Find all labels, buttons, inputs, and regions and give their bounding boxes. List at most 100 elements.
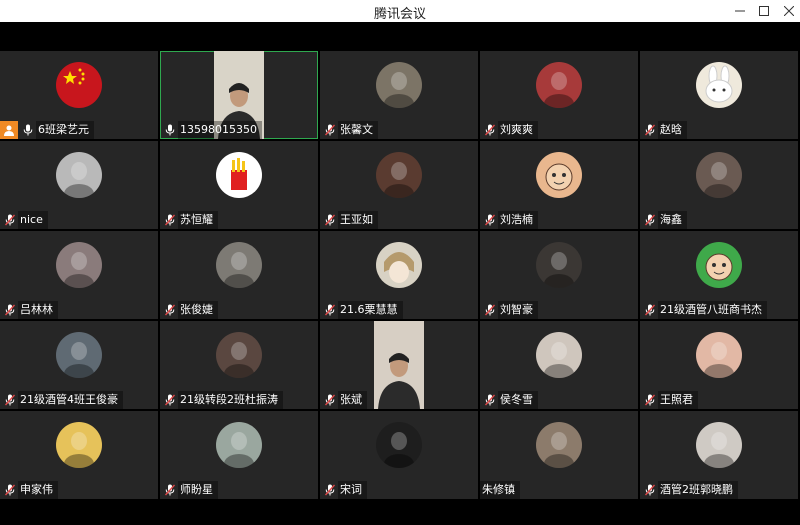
participant-grid: 6班梁艺元 13598015350 张馨文 刘爽爽 赵晗 nice 苏恒耀 王亚如 刘浩楠 海鑫吕… xyxy=(0,51,800,499)
mic-muted-indicator xyxy=(2,391,18,409)
participant-tile[interactable]: 王照君 xyxy=(640,321,798,409)
participant-tile[interactable]: 刘浩楠 xyxy=(480,141,638,229)
mic-muted-indicator xyxy=(482,391,498,409)
participant-name: 师盼星 xyxy=(178,481,218,499)
participant-avatar xyxy=(216,152,262,198)
mic-muted-icon xyxy=(485,394,495,406)
mic-muted-icon xyxy=(325,484,335,496)
photo-avatar-icon xyxy=(56,332,102,378)
close-button[interactable] xyxy=(775,0,800,22)
participant-namebar: 海鑫 xyxy=(640,211,687,229)
cartoon-avatar-icon xyxy=(696,242,742,288)
mic-muted-indicator xyxy=(642,121,658,139)
participant-name: 申家伟 xyxy=(18,481,58,499)
photo-avatar-icon xyxy=(376,62,422,108)
participant-namebar: 张俊婕 xyxy=(160,301,218,319)
participant-tile[interactable]: 朱修镇 xyxy=(480,411,638,499)
participant-avatar xyxy=(216,422,262,468)
mic-muted-icon xyxy=(645,484,655,496)
participant-tile[interactable]: 张馨文 xyxy=(320,51,478,139)
participant-name: 吕林林 xyxy=(18,301,58,319)
participant-avatar xyxy=(376,152,422,198)
mic-muted-indicator xyxy=(2,211,18,229)
photo-avatar-icon xyxy=(536,422,582,468)
participant-name: 刘智豪 xyxy=(498,301,538,319)
photo-avatar-icon xyxy=(56,242,102,288)
mic-muted-icon xyxy=(645,214,655,226)
participant-tile[interactable]: 吕林林 xyxy=(0,231,158,319)
participant-tile[interactable]: 21级转段2班杜振涛 xyxy=(160,321,318,409)
bunny-avatar-icon xyxy=(696,62,742,108)
mic-muted-indicator xyxy=(2,301,18,319)
participant-tile[interactable]: 21.6栗慧慧 xyxy=(320,231,478,319)
participant-namebar: 21级转段2班杜振涛 xyxy=(160,391,283,409)
participant-tile[interactable]: 侯冬雪 xyxy=(480,321,638,409)
participant-avatar xyxy=(376,62,422,108)
maximize-button[interactable] xyxy=(750,0,778,22)
participant-tile[interactable]: 王亚如 xyxy=(320,141,478,229)
participant-tile[interactable]: 6班梁艺元 xyxy=(0,51,158,139)
mic-muted-icon xyxy=(165,484,175,496)
participant-avatar xyxy=(536,62,582,108)
participant-tile[interactable]: 宋词 xyxy=(320,411,478,499)
host-person-icon xyxy=(4,125,14,136)
participant-avatar xyxy=(56,152,102,198)
participant-name: 13598015350 xyxy=(178,121,262,139)
close-icon xyxy=(784,6,794,16)
participant-tile[interactable]: 刘智豪 xyxy=(480,231,638,319)
mic-muted-icon xyxy=(5,304,15,316)
participant-tile[interactable]: 21级酒管八班商书杰 xyxy=(640,231,798,319)
participant-tile[interactable]: 赵晗 xyxy=(640,51,798,139)
photo-avatar-icon xyxy=(56,422,102,468)
participant-tile[interactable]: 张斌 xyxy=(320,321,478,409)
mic-muted-indicator xyxy=(162,481,178,499)
mic-muted-indicator xyxy=(642,301,658,319)
photo-avatar-icon xyxy=(696,152,742,198)
participant-namebar: 侯冬雪 xyxy=(480,391,538,409)
participant-tile[interactable]: 师盼星 xyxy=(160,411,318,499)
participant-namebar: 21级酒管4班王俊豪 xyxy=(0,391,123,409)
participant-avatar xyxy=(56,422,102,468)
mic-muted-indicator xyxy=(642,481,658,499)
participant-avatar xyxy=(696,152,742,198)
top-spacer xyxy=(0,22,800,51)
participant-name: 6班梁艺元 xyxy=(36,121,94,139)
participant-name: 海鑫 xyxy=(658,211,687,229)
photo-avatar-icon xyxy=(536,62,582,108)
fries-avatar-icon xyxy=(216,152,262,198)
participant-tile[interactable]: 海鑫 xyxy=(640,141,798,229)
participant-avatar xyxy=(536,152,582,198)
participant-name: 刘爽爽 xyxy=(498,121,538,139)
mic-muted-icon xyxy=(165,214,175,226)
participant-avatar xyxy=(536,332,582,378)
participant-tile[interactable]: 13598015350 xyxy=(160,51,318,139)
participant-avatar xyxy=(216,332,262,378)
participant-namebar: 张馨文 xyxy=(320,121,378,139)
participant-tile[interactable]: 酒管2班郭晓鹏 xyxy=(640,411,798,499)
window-title: 腾讯会议 xyxy=(373,7,426,22)
host-badge xyxy=(0,121,18,139)
mic-muted-indicator xyxy=(642,211,658,229)
participant-namebar: 苏恒耀 xyxy=(160,211,218,229)
participant-tile[interactable]: 申家伟 xyxy=(0,411,158,499)
participant-avatar xyxy=(696,422,742,468)
mic-muted-icon xyxy=(645,304,655,316)
participant-tile[interactable]: 21级酒管4班王俊豪 xyxy=(0,321,158,409)
mic-muted-icon xyxy=(5,214,15,226)
participant-namebar: 朱修镇 xyxy=(480,481,520,499)
participant-tile[interactable]: 苏恒耀 xyxy=(160,141,318,229)
photo-avatar-icon xyxy=(376,422,422,468)
mic-muted-icon xyxy=(485,124,495,136)
participant-avatar xyxy=(696,242,742,288)
mic-muted-icon xyxy=(5,394,15,406)
mic-indicator xyxy=(162,121,178,139)
participant-name: 21.6栗慧慧 xyxy=(338,301,403,319)
participant-tile[interactable]: 刘爽爽 xyxy=(480,51,638,139)
minimize-icon xyxy=(735,10,745,12)
mic-muted-icon xyxy=(165,304,175,316)
mic-icon xyxy=(165,124,175,136)
participant-namebar: 申家伟 xyxy=(0,481,58,499)
participant-tile[interactable]: 张俊婕 xyxy=(160,231,318,319)
participant-tile[interactable]: nice xyxy=(0,141,158,229)
camera-feed-icon xyxy=(374,321,424,409)
